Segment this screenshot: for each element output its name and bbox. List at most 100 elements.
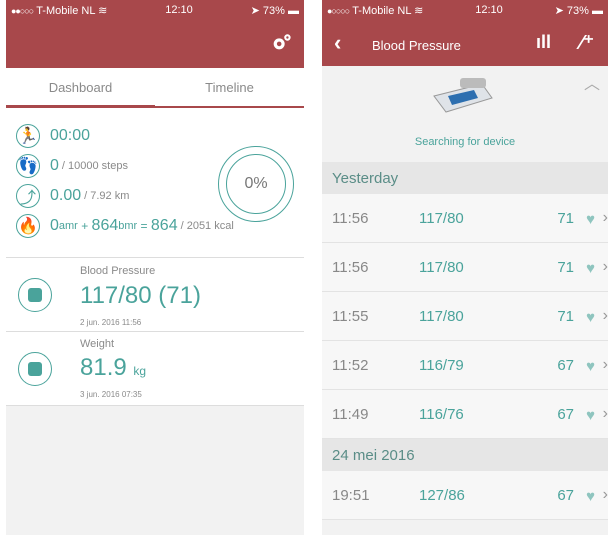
- blood-pressure-card[interactable]: Blood Pressure 117/80 (71) 2 jun. 2016 1…: [6, 258, 304, 332]
- heart-icon: ♥: [586, 407, 595, 424]
- table-row[interactable]: 11:55 117/80 71 ♥ ›: [322, 292, 608, 341]
- chevron-right-icon: ›: [602, 405, 608, 422]
- row-bp: 117/80: [419, 210, 464, 227]
- equals-sign: =: [137, 219, 151, 233]
- tab-bar: Dashboard Timeline: [6, 68, 304, 108]
- status-bar: ●●○○○ T-Mobile NL ≋ 12:10 ➤ 73% ▬: [6, 0, 304, 20]
- weight-unit: kg: [133, 364, 147, 378]
- row-time: 11:52: [332, 357, 369, 374]
- settings-gear-icon[interactable]: [270, 32, 292, 54]
- navbar: [6, 20, 304, 68]
- weight-value: 81.9: [80, 354, 127, 381]
- tab-dashboard[interactable]: Dashboard: [6, 68, 155, 106]
- header: ●○○○○ T-Mobile NL ≋ 12:10 ➤ 73% ▬ ‹ Blood…: [322, 0, 608, 66]
- searching-status: Searching for device: [414, 136, 516, 148]
- wifi-icon: ≋: [98, 4, 108, 17]
- distance-value: 0.00: [50, 187, 82, 204]
- carrier: T-Mobile NL: [352, 4, 412, 17]
- carrier: T-Mobile NL: [36, 4, 96, 17]
- card-date: 3 jun. 2016 07:35: [80, 390, 142, 399]
- add-measurement-icon[interactable]: ⁄⁺: [580, 30, 594, 55]
- tab-timeline[interactable]: Timeline: [155, 68, 304, 106]
- amr-label: amr: [58, 220, 78, 232]
- chevron-right-icon: ›: [602, 209, 608, 226]
- progress-ring: 0%: [218, 146, 294, 222]
- heart-icon: ♥: [586, 358, 595, 375]
- scale-icon: [18, 352, 52, 386]
- row-bp: 116/76: [419, 406, 464, 423]
- heart-icon: ♥: [586, 309, 595, 326]
- row-pulse: 67: [557, 406, 574, 423]
- header: ●●○○○ T-Mobile NL ≋ 12:10 ➤ 73% ▬: [6, 0, 304, 68]
- row-time: 11:55: [332, 308, 369, 325]
- active-time: 00:00: [50, 127, 91, 144]
- table-row[interactable]: 11:52 116/79 67 ♥ ›: [322, 341, 608, 390]
- blood-pressure-icon: [18, 278, 52, 312]
- activity-summary[interactable]: 🏃 00:00 👣 0 / 10000 steps ⤴ 0.00 / 7.92 …: [6, 108, 304, 258]
- row-time: 11:56: [332, 210, 369, 227]
- row-pulse: 71: [557, 308, 574, 325]
- table-row[interactable]: 11:49 116/76 67 ♥ ›: [322, 390, 608, 439]
- battery-icon: ▬: [591, 4, 603, 17]
- calories-row: 🔥 0 amr + 864 bmr = 864/ 2051 kcal: [16, 214, 234, 238]
- row-time: 11:49: [332, 406, 369, 423]
- amr-value: 0: [50, 217, 59, 234]
- card-date: 2 jun. 2016 11:56: [80, 318, 142, 327]
- row-bp: 127/86: [419, 487, 465, 504]
- dashboard-screen: ●●○○○ T-Mobile NL ≋ 12:10 ➤ 73% ▬ Dashboa…: [6, 0, 304, 535]
- signal-icon: ●○○○○: [327, 5, 350, 16]
- time-row: 🏃 00:00: [16, 124, 90, 148]
- bmr-label: bmr: [118, 220, 138, 232]
- clock: 12:10: [475, 4, 503, 16]
- card-label: Blood Pressure: [80, 265, 156, 277]
- row-pulse: 71: [557, 259, 574, 276]
- collapse-caret-icon[interactable]: ︿: [584, 70, 600, 94]
- table-row[interactable]: 19:51 127/86 67 ♥ ›: [322, 471, 608, 520]
- row-bp: 117/80: [419, 259, 464, 276]
- bmr-value: 864: [91, 217, 119, 234]
- steps-value: 0: [50, 157, 59, 174]
- navbar: ‹ Blood Pressure ıll ⁄⁺: [322, 20, 608, 66]
- chevron-right-icon: ›: [602, 307, 608, 324]
- row-bp: 116/79: [419, 357, 464, 374]
- blood-pressure-monitor-icon: [433, 78, 493, 113]
- heart-icon: ♥: [586, 260, 595, 277]
- plus-sign: +: [77, 219, 92, 233]
- blood-pressure-screen: ●○○○○ T-Mobile NL ≋ 12:10 ➤ 73% ▬ ‹ Blood…: [322, 0, 608, 535]
- steps-goal: / 10000 steps: [61, 160, 128, 172]
- row-pulse: 71: [557, 210, 574, 227]
- card-value: 81.9 kg: [80, 354, 146, 382]
- route-icon: ⤴: [16, 184, 40, 208]
- chevron-right-icon: ›: [602, 356, 608, 373]
- page-title: Blood Pressure: [372, 38, 461, 53]
- device-panel: Searching for device ︿: [322, 66, 608, 162]
- signal-icon: ●●○○○: [11, 5, 34, 16]
- row-pulse: 67: [557, 357, 574, 374]
- kcal-goal: / 2051 kcal: [180, 220, 234, 232]
- row-pulse: 67: [557, 487, 574, 504]
- progress-percent: 0%: [226, 154, 286, 214]
- chevron-right-icon: ›: [602, 486, 608, 503]
- heart-icon: ♥: [586, 211, 595, 228]
- flame-icon: 🔥: [16, 214, 40, 238]
- card-value: 117/80 (71): [80, 282, 201, 309]
- location-icon: ➤: [250, 4, 260, 17]
- card-label: Weight: [80, 338, 115, 350]
- battery-percent: 73%: [262, 4, 285, 17]
- table-row[interactable]: 11:56 117/80 71 ♥ ›: [322, 243, 608, 292]
- row-time: 11:56: [332, 259, 369, 276]
- location-icon: ➤: [554, 4, 564, 17]
- weight-card[interactable]: Weight 81.9 kg 3 jun. 2016 07:35: [6, 332, 304, 406]
- distance-goal: / 7.92 km: [84, 190, 130, 202]
- battery-icon: ▬: [287, 4, 299, 17]
- measurement-list: 11:56 117/80 71 ♥ › 11:56 117/80 71 ♥ › …: [322, 194, 608, 439]
- back-chevron-icon[interactable]: ‹: [334, 30, 341, 56]
- row-time: 19:51: [332, 487, 370, 504]
- footsteps-icon: 👣: [16, 154, 40, 178]
- section-header: Yesterday: [322, 162, 608, 194]
- measurement-list: 19:51 127/86 67 ♥ ›: [322, 471, 608, 520]
- clock: 12:10: [165, 4, 193, 16]
- table-row[interactable]: 11:56 117/80 71 ♥ ›: [322, 194, 608, 243]
- chart-icon[interactable]: ıll: [536, 32, 551, 53]
- running-icon: 🏃: [16, 124, 40, 148]
